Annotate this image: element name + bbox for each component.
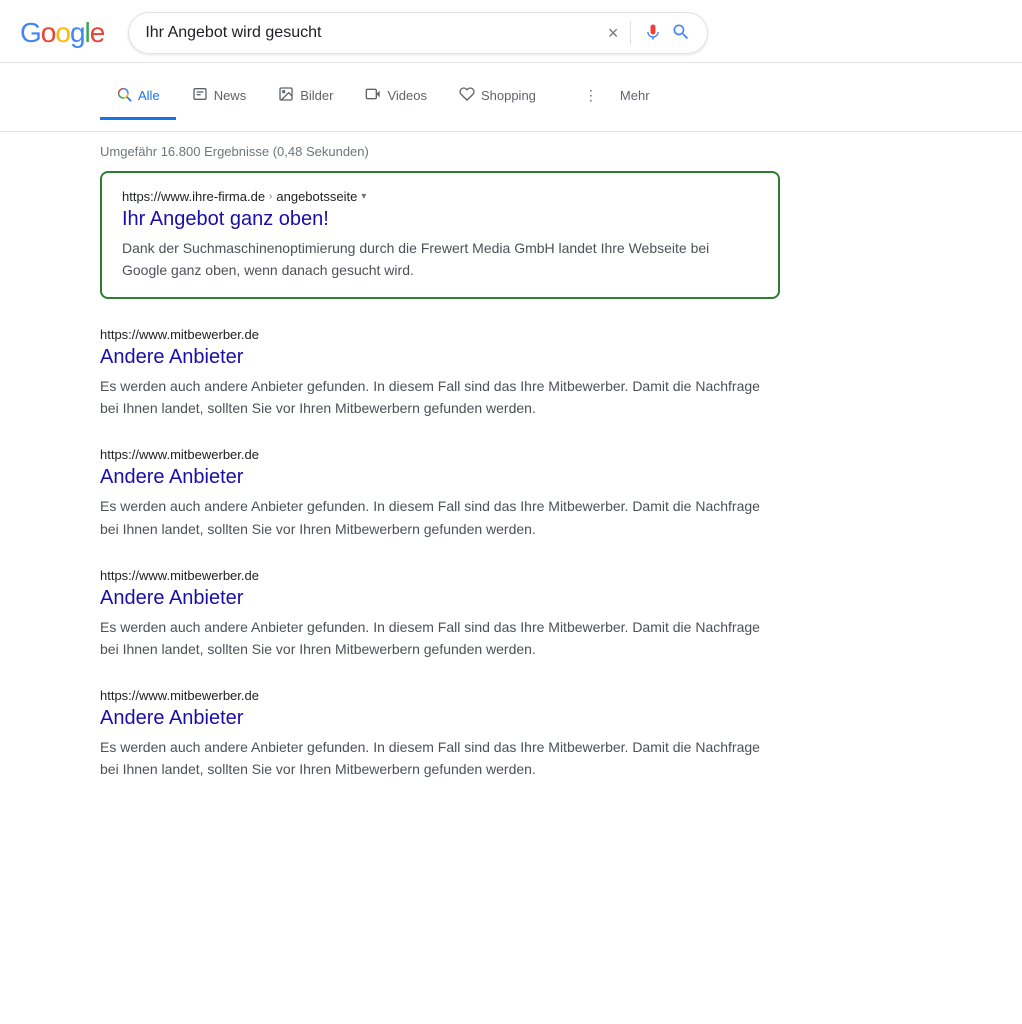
alle-icon <box>116 86 132 105</box>
result-url-3: https://www.mitbewerber.de <box>100 688 780 703</box>
result-snippet-0: Es werden auch andere Anbieter gefunden.… <box>100 375 780 419</box>
search-submit-icon[interactable] <box>671 22 691 45</box>
result-snippet-3: Es werden auch andere Anbieter gefunden.… <box>100 736 780 780</box>
featured-url-path: angebotsseite <box>276 189 357 204</box>
result-item: https://www.mitbewerber.de Andere Anbiet… <box>100 327 780 419</box>
tab-videos[interactable]: Videos <box>349 74 443 120</box>
logo-letter-e: e <box>90 17 105 49</box>
result-title-1[interactable]: Andere Anbieter <box>100 466 780 489</box>
result-url-text-2: https://www.mitbewerber.de <box>100 568 259 583</box>
shopping-icon <box>459 86 475 105</box>
featured-url-dropdown-icon[interactable]: ▾ <box>361 191 366 202</box>
featured-result-snippet: Dank der Suchmaschinenoptimierung durch … <box>122 237 758 281</box>
tab-shopping-label: Shopping <box>481 88 536 103</box>
nav-tabs: Alle News Bilder <box>0 63 1022 132</box>
result-url-text-1: https://www.mitbewerber.de <box>100 447 259 462</box>
logo-letter-o1: o <box>41 17 56 49</box>
result-snippet-1: Es werden auch andere Anbieter gefunden.… <box>100 495 780 539</box>
result-title-2[interactable]: Andere Anbieter <box>100 587 780 610</box>
result-title-0[interactable]: Andere Anbieter <box>100 346 780 369</box>
featured-result: https://www.ihre-firma.de › angebotsseit… <box>100 171 780 299</box>
result-item: https://www.mitbewerber.de Andere Anbiet… <box>100 447 780 539</box>
search-input[interactable] <box>145 24 599 42</box>
mic-icon[interactable] <box>643 22 663 45</box>
featured-result-url: https://www.ihre-firma.de › angebotsseit… <box>122 189 758 204</box>
news-icon <box>192 86 208 105</box>
tab-news[interactable]: News <box>176 74 263 120</box>
featured-url-separator: › <box>269 191 272 202</box>
featured-result-title[interactable]: Ihr Angebot ganz oben! <box>122 208 758 231</box>
tab-mehr-label: Mehr <box>620 88 650 103</box>
result-item: https://www.mitbewerber.de Andere Anbiet… <box>100 688 780 780</box>
logo-letter-g2: g <box>70 17 85 49</box>
search-bar: × <box>128 12 708 54</box>
bilder-icon <box>278 86 294 105</box>
tab-videos-label: Videos <box>387 88 427 103</box>
google-logo: Google <box>20 17 104 49</box>
videos-icon <box>365 86 381 105</box>
search-divider <box>630 21 631 45</box>
results-info: Umgefähr 16.800 Ergebnisse (0,48 Sekunde… <box>0 132 1022 171</box>
results-count: Umgefähr 16.800 Ergebnisse (0,48 Sekunde… <box>100 144 369 159</box>
header: Google × <box>0 0 1022 63</box>
clear-icon[interactable]: × <box>608 24 619 42</box>
tab-bilder[interactable]: Bilder <box>262 74 349 120</box>
tab-bilder-label: Bilder <box>300 88 333 103</box>
result-url-2: https://www.mitbewerber.de <box>100 568 780 583</box>
result-url-0: https://www.mitbewerber.de <box>100 327 780 342</box>
logo-letter-g: G <box>20 17 41 49</box>
featured-url-text: https://www.ihre-firma.de <box>122 189 265 204</box>
result-item: https://www.mitbewerber.de Andere Anbiet… <box>100 568 780 660</box>
results-container: https://www.ihre-firma.de › angebotsseit… <box>0 171 800 828</box>
result-title-3[interactable]: Andere Anbieter <box>100 707 780 730</box>
logo-letter-o2: o <box>55 17 70 49</box>
other-results-list: https://www.mitbewerber.de Andere Anbiet… <box>100 327 780 780</box>
tab-news-label: News <box>214 88 247 103</box>
tab-alle-label: Alle <box>138 88 160 103</box>
result-url-text-0: https://www.mitbewerber.de <box>100 327 259 342</box>
tab-alle[interactable]: Alle <box>100 74 176 120</box>
mehr-icon: ⋮ <box>568 75 614 116</box>
result-url-text-3: https://www.mitbewerber.de <box>100 688 259 703</box>
result-snippet-2: Es werden auch andere Anbieter gefunden.… <box>100 616 780 660</box>
result-url-1: https://www.mitbewerber.de <box>100 447 780 462</box>
tab-mehr[interactable]: ⋮ Mehr <box>552 63 666 131</box>
tab-shopping[interactable]: Shopping <box>443 74 552 120</box>
